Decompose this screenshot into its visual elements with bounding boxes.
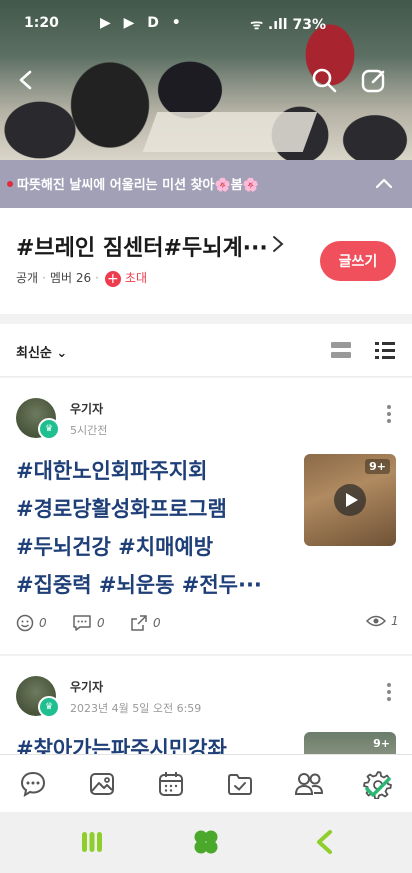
hashtag-line[interactable]: #찾아가는파주시민강좌 <box>16 730 292 754</box>
list-view-icon[interactable] <box>374 339 396 361</box>
band-visibility: 공개 <box>16 271 39 285</box>
tab-members[interactable] <box>292 767 326 801</box>
folder-check-icon <box>228 774 252 795</box>
notice-banner[interactable]: 따뜻해진 날씨에 어울리는 미션 찾아🌸봄🌸 <box>0 160 412 208</box>
band-title[interactable]: #브레인 짐센터#두뇌계··· <box>16 230 268 262</box>
media-count-badge: 9+ <box>365 459 390 474</box>
search-icon <box>312 68 337 93</box>
view-count: 1 <box>391 614 399 628</box>
card-view-icon[interactable] <box>330 339 352 361</box>
band-meta: 공개 · 멤버 26 · + 초대 <box>16 270 148 287</box>
back-icon <box>317 830 332 854</box>
photo-icon <box>90 773 114 795</box>
back-arrow-icon <box>19 70 32 90</box>
post-stats: 0 0 0 1 <box>16 614 399 636</box>
status-bar: 1:20 ▶ ▶ D • ᯤ .ıll 73% <box>0 0 412 48</box>
recent-apps-icon <box>82 832 102 852</box>
back-button[interactable] <box>10 64 42 96</box>
sort-bar: 최신순 ⌄ <box>0 324 412 377</box>
tab-files[interactable] <box>223 767 257 801</box>
tab-calendar[interactable] <box>154 767 188 801</box>
post-photo-thumbnail[interactable]: 9+ <box>304 732 396 754</box>
invite-plus-icon[interactable]: + <box>104 270 121 287</box>
comment-count: 0 <box>97 616 105 630</box>
home-clover-icon <box>194 830 218 854</box>
search-button[interactable] <box>308 64 340 96</box>
comment-button[interactable]: 0 <box>72 614 105 632</box>
tab-settings[interactable] <box>361 767 395 801</box>
post-author[interactable]: 우기자 <box>70 400 103 417</box>
play-icon[interactable] <box>334 484 366 516</box>
home-button[interactable] <box>188 826 224 858</box>
band-member-count[interactable]: 멤버 26 <box>50 271 91 285</box>
members-icon <box>294 773 324 795</box>
edit-pencil-icon <box>361 69 385 93</box>
share-count: 0 <box>153 616 161 630</box>
more-options-icon[interactable] <box>386 404 392 424</box>
post-author[interactable]: 우기자 <box>70 678 103 695</box>
calendar-icon <box>159 772 183 796</box>
tab-photos[interactable] <box>85 767 119 801</box>
comment-icon <box>73 615 91 631</box>
status-app-icons: ▶ ▶ D • <box>100 15 185 31</box>
hashtag-line[interactable]: #경로당활성화프로그램 <box>16 490 292 528</box>
hashtag-line[interactable]: #두뇌건강 #치매예방 <box>16 528 292 566</box>
chevron-right-icon[interactable] <box>270 234 286 254</box>
sort-dropdown[interactable]: 최신순 ⌄ <box>16 342 67 361</box>
settings-icon <box>363 771 392 799</box>
recent-apps-button[interactable] <box>74 826 110 858</box>
more-options-icon[interactable] <box>386 682 392 702</box>
media-count-badge: 9+ <box>373 737 390 750</box>
system-navigation-bar <box>0 812 412 873</box>
post-time: 2023년 4월 5일 오전 6:59 <box>70 702 202 715</box>
share-icon <box>131 615 147 631</box>
status-system-icons: ᯤ .ıll 73% <box>250 17 326 33</box>
write-post-button[interactable]: 글쓰기 <box>320 241 396 281</box>
author-avatar[interactable]: ♛ <box>16 398 60 440</box>
post-video-thumbnail[interactable]: 9+ <box>304 454 396 546</box>
eye-icon <box>366 615 386 627</box>
status-time: 1:20 <box>24 15 59 31</box>
edit-band-button[interactable] <box>358 64 390 96</box>
post-card[interactable]: ♛ 우기자 5시간전 #대한노인회파주지회 #경로당활성화프로그램 #두뇌건강 … <box>0 378 412 654</box>
system-back-button[interactable] <box>306 826 342 858</box>
post-time: 5시간전 <box>70 424 108 437</box>
chevron-up-icon[interactable] <box>374 174 394 194</box>
leader-crown-icon: ♛ <box>38 696 60 718</box>
post-card[interactable]: ♛ 우기자 2023년 4월 5일 오전 6:59 #찾아가는파주시민강좌 9+ <box>0 656 412 754</box>
leader-crown-icon: ♛ <box>38 418 60 440</box>
like-count: 0 <box>39 616 47 630</box>
chat-bubble-icon <box>20 771 46 798</box>
tab-posts[interactable] <box>16 767 50 801</box>
notice-text: 따뜻해진 날씨에 어울리는 미션 찾아🌸봄🌸 <box>17 178 259 193</box>
post-hashtags[interactable]: #대한노인회파주지회 #경로당활성화프로그램 #두뇌건강 #치매예방 #집중력 … <box>16 452 292 604</box>
notice-dot-icon <box>7 181 13 187</box>
share-button[interactable]: 0 <box>130 614 161 632</box>
hashtag-line[interactable]: #집중력 #뇌운동 #전두··· <box>16 566 292 604</box>
like-button[interactable]: 0 <box>16 614 47 632</box>
smiley-icon <box>16 614 34 632</box>
invite-button[interactable]: 초대 <box>125 271 147 285</box>
cover-desk-shape <box>142 112 318 152</box>
author-avatar[interactable]: ♛ <box>16 676 60 718</box>
band-header: #브레인 짐센터#두뇌계··· 공개 · 멤버 26 · + 초대 글쓰기 <box>0 208 412 314</box>
band-tab-bar <box>0 754 412 813</box>
hashtag-line[interactable]: #대한노인회파주지회 <box>16 452 292 490</box>
view-count-area: 1 <box>366 614 399 628</box>
post-hashtags[interactable]: #찾아가는파주시민강좌 <box>16 730 292 754</box>
